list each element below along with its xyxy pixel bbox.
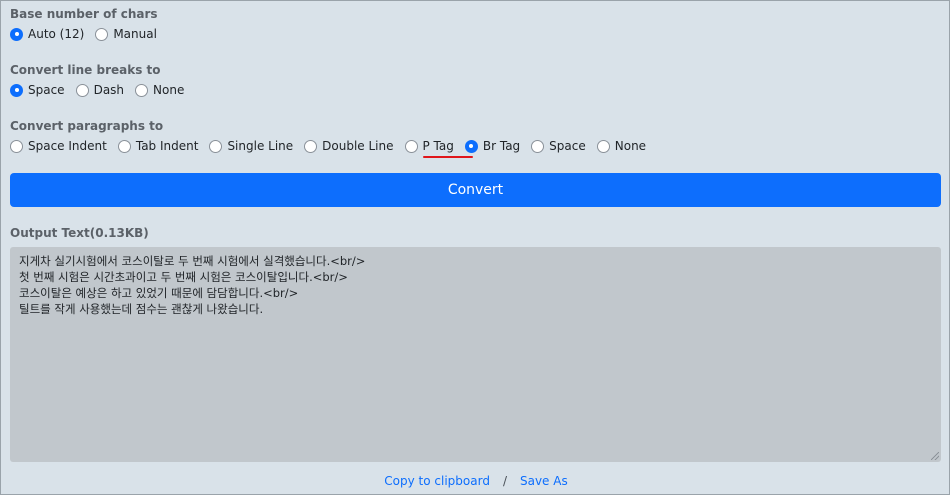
radio-lb-space-label: Space bbox=[28, 83, 65, 97]
radio-p-br-tag[interactable]: Br Tag bbox=[464, 139, 521, 153]
save-as-link[interactable]: Save As bbox=[520, 474, 568, 488]
radio-p-none-control[interactable] bbox=[596, 139, 610, 153]
radio-p-br-tag-control[interactable] bbox=[464, 139, 478, 153]
radio-lb-dash-label: Dash bbox=[93, 83, 125, 97]
radio-lb-none-control[interactable] bbox=[135, 83, 149, 97]
radio-p-none-label: None bbox=[614, 139, 647, 153]
radio-p-double-line-control[interactable] bbox=[304, 139, 318, 153]
radio-p-p-tag[interactable]: P Tag bbox=[404, 139, 454, 153]
radio-p-space-label: Space bbox=[549, 139, 586, 153]
footer-actions: Copy to clipboard / Save As bbox=[1, 474, 950, 488]
radio-p-single-line[interactable]: Single Line bbox=[209, 139, 293, 153]
radio-lb-none-label: None bbox=[153, 83, 185, 97]
radio-p-p-tag-label: P Tag bbox=[422, 139, 454, 153]
radio-manual[interactable]: Manual bbox=[95, 27, 157, 41]
radio-manual-label: Manual bbox=[113, 27, 157, 41]
radio-p-double-line[interactable]: Double Line bbox=[304, 139, 394, 153]
copy-to-clipboard-link[interactable]: Copy to clipboard bbox=[384, 474, 490, 488]
radio-p-tab-indent[interactable]: Tab Indent bbox=[117, 139, 199, 153]
radio-auto[interactable]: Auto (12) bbox=[10, 27, 84, 41]
radio-p-p-tag-control[interactable] bbox=[404, 139, 418, 153]
output-line: 첫 번째 시험은 시간초과이고 두 번째 시험은 코스이탈입니다.<br/> bbox=[19, 270, 348, 284]
radio-p-tab-indent-label: Tab Indent bbox=[135, 139, 199, 153]
output-label: Output Text(0.13KB) bbox=[10, 226, 149, 240]
radio-p-br-tag-label: Br Tag bbox=[482, 139, 521, 153]
radio-p-space-indent-control[interactable] bbox=[10, 139, 23, 153]
base-chars-options: Auto (12) Manual bbox=[10, 26, 168, 42]
radio-lb-dash-control[interactable] bbox=[75, 83, 89, 97]
radio-p-space[interactable]: Space bbox=[531, 139, 586, 153]
selection-underline bbox=[423, 156, 473, 158]
footer-separator: / bbox=[502, 474, 507, 488]
radio-lb-space-control[interactable] bbox=[10, 83, 23, 97]
radio-p-single-line-control[interactable] bbox=[209, 139, 223, 153]
output-line: 틸트를 작게 사용했는데 점수는 괜찮게 나왔습니다. bbox=[19, 302, 264, 316]
paragraphs-label: Convert paragraphs to bbox=[10, 119, 164, 133]
radio-auto-control[interactable] bbox=[10, 27, 23, 41]
radio-lb-none[interactable]: None bbox=[135, 83, 184, 97]
line-breaks-options: Space Dash None bbox=[10, 82, 195, 98]
base-chars-label: Base number of chars bbox=[10, 7, 158, 21]
output-textarea[interactable]: 지게차 실기시험에서 코스이탈로 두 번째 시험에서 실격했습니다.<br/> … bbox=[10, 247, 941, 462]
output-line: 코스이탈은 예상은 하고 있었기 때문에 담담합니다.<br/> bbox=[19, 286, 299, 300]
radio-lb-dash[interactable]: Dash bbox=[75, 83, 125, 97]
paragraphs-options: Space Indent Tab Indent Single Line Doub… bbox=[10, 138, 657, 154]
radio-p-space-indent[interactable]: Space Indent bbox=[10, 139, 107, 153]
radio-p-tab-indent-control[interactable] bbox=[117, 139, 131, 153]
radio-p-space-control[interactable] bbox=[531, 139, 545, 153]
radio-p-none[interactable]: None bbox=[596, 139, 647, 153]
output-line: 지게차 실기시험에서 코스이탈로 두 번째 시험에서 실격했습니다.<br/> bbox=[19, 254, 366, 268]
radio-p-single-line-label: Single Line bbox=[227, 139, 294, 153]
radio-p-space-indent-label: Space Indent bbox=[28, 139, 107, 153]
radio-manual-control[interactable] bbox=[95, 27, 109, 41]
radio-p-double-line-label: Double Line bbox=[322, 139, 394, 153]
resize-grip-icon[interactable] bbox=[931, 452, 939, 460]
radio-lb-space[interactable]: Space bbox=[10, 83, 65, 97]
radio-auto-label: Auto (12) bbox=[28, 27, 85, 41]
convert-button[interactable]: Convert bbox=[10, 173, 941, 207]
line-breaks-label: Convert line breaks to bbox=[10, 63, 161, 77]
